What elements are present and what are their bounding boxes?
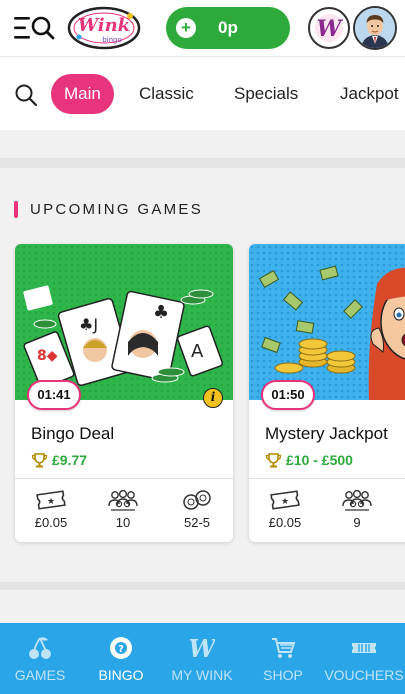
game-name: Mystery Jackpot bbox=[265, 424, 388, 443]
game-artwork bbox=[249, 244, 405, 400]
svg-text:W: W bbox=[189, 635, 215, 661]
app-screen: Wink bingo + 0p W Main Classic Specials … bbox=[0, 0, 405, 694]
countdown-timer: 01:41 bbox=[27, 380, 81, 410]
tab-specials[interactable]: Specials bbox=[234, 74, 298, 114]
svg-text:bingo: bingo bbox=[102, 36, 122, 44]
nav-my-wink[interactable]: W MY WINK bbox=[166, 623, 238, 694]
svg-text:♣: ♣ bbox=[153, 302, 169, 323]
cherries-icon bbox=[29, 637, 51, 659]
ticket-icon: ★ bbox=[36, 490, 66, 510]
bottom-navigation: GAMES ? BINGO W MY WINK SHOP VOUCHERS bbox=[0, 623, 405, 694]
menu-search-icon[interactable] bbox=[14, 14, 56, 42]
tab-main[interactable]: Main bbox=[51, 74, 114, 114]
game-prize: £10 - £500 bbox=[265, 452, 353, 468]
tab-classic[interactable]: Classic bbox=[139, 74, 194, 114]
category-tabs: Main Classic Specials Jackpot bbox=[0, 56, 405, 130]
bingo-balls-icon bbox=[183, 490, 211, 510]
svg-text:♣J: ♣J bbox=[79, 315, 98, 334]
ticket-icon bbox=[352, 643, 376, 653]
game-card-bingo-deal[interactable]: 8◆ ♣J ♣ A 01:41 i Bingo Deal £9.77 ★ £0.… bbox=[15, 244, 233, 542]
wink-w-icon: W bbox=[189, 635, 215, 661]
info-icon[interactable]: i bbox=[203, 388, 223, 408]
top-header: Wink bingo + 0p W bbox=[0, 0, 405, 56]
ticket-price-stat: ★ £0.05 bbox=[21, 488, 81, 530]
card-divider bbox=[15, 478, 233, 479]
svg-text:A: A bbox=[191, 341, 204, 362]
tab-jackpot[interactable]: Jackpot bbox=[340, 74, 399, 114]
nav-shop[interactable]: SHOP bbox=[254, 623, 312, 694]
plus-icon: + bbox=[176, 18, 196, 38]
section-title: UPCOMING GAMES bbox=[30, 201, 204, 218]
balance-amount: 0p bbox=[218, 18, 238, 37]
svg-text:8◆: 8◆ bbox=[37, 348, 58, 364]
game-artwork: 8◆ ♣J ♣ A bbox=[15, 244, 233, 400]
user-avatar[interactable] bbox=[353, 6, 397, 50]
players-icon bbox=[108, 489, 138, 511]
section-divider bbox=[0, 158, 405, 168]
game-prize: £9.77 bbox=[31, 452, 87, 468]
section-accent-bar bbox=[14, 201, 18, 218]
bingo-ball-icon: ? bbox=[110, 637, 132, 659]
card-divider bbox=[249, 478, 405, 479]
nav-games[interactable]: GAMES bbox=[8, 623, 72, 694]
nav-vouchers[interactable]: VOUCHERS bbox=[324, 623, 404, 694]
ticket-icon: ★ bbox=[270, 490, 300, 510]
trophy-icon bbox=[265, 452, 282, 467]
ticket-price-stat: ★ £0.05 bbox=[255, 488, 315, 530]
countdown-timer: 01:50 bbox=[261, 380, 315, 410]
game-card-mystery-jackpot[interactable]: 01:50 Mystery Jackpot £10 - £500 ★ £0.05 bbox=[249, 244, 405, 542]
players-stat: 9 bbox=[327, 488, 387, 530]
svg-text:★: ★ bbox=[47, 497, 55, 507]
section-divider bbox=[0, 582, 405, 590]
svg-text:★: ★ bbox=[281, 497, 289, 507]
wink-rewards-badge[interactable]: W bbox=[308, 7, 350, 49]
cart-icon bbox=[272, 638, 296, 658]
balance-deposit-button[interactable]: + 0p bbox=[166, 7, 290, 49]
players-stat: 10 bbox=[93, 488, 153, 530]
trophy-icon bbox=[31, 452, 48, 467]
players-icon bbox=[342, 489, 372, 511]
logo-text: Wink bbox=[78, 15, 130, 36]
game-format-stat: 52-5 bbox=[167, 488, 227, 530]
svg-text:?: ? bbox=[118, 644, 124, 655]
svg-text:W: W bbox=[317, 16, 344, 42]
search-icon[interactable] bbox=[14, 83, 38, 107]
game-name: Bingo Deal bbox=[31, 424, 115, 443]
nav-bingo[interactable]: ? BINGO bbox=[90, 623, 152, 694]
wink-bingo-logo[interactable]: Wink bingo bbox=[66, 4, 142, 52]
